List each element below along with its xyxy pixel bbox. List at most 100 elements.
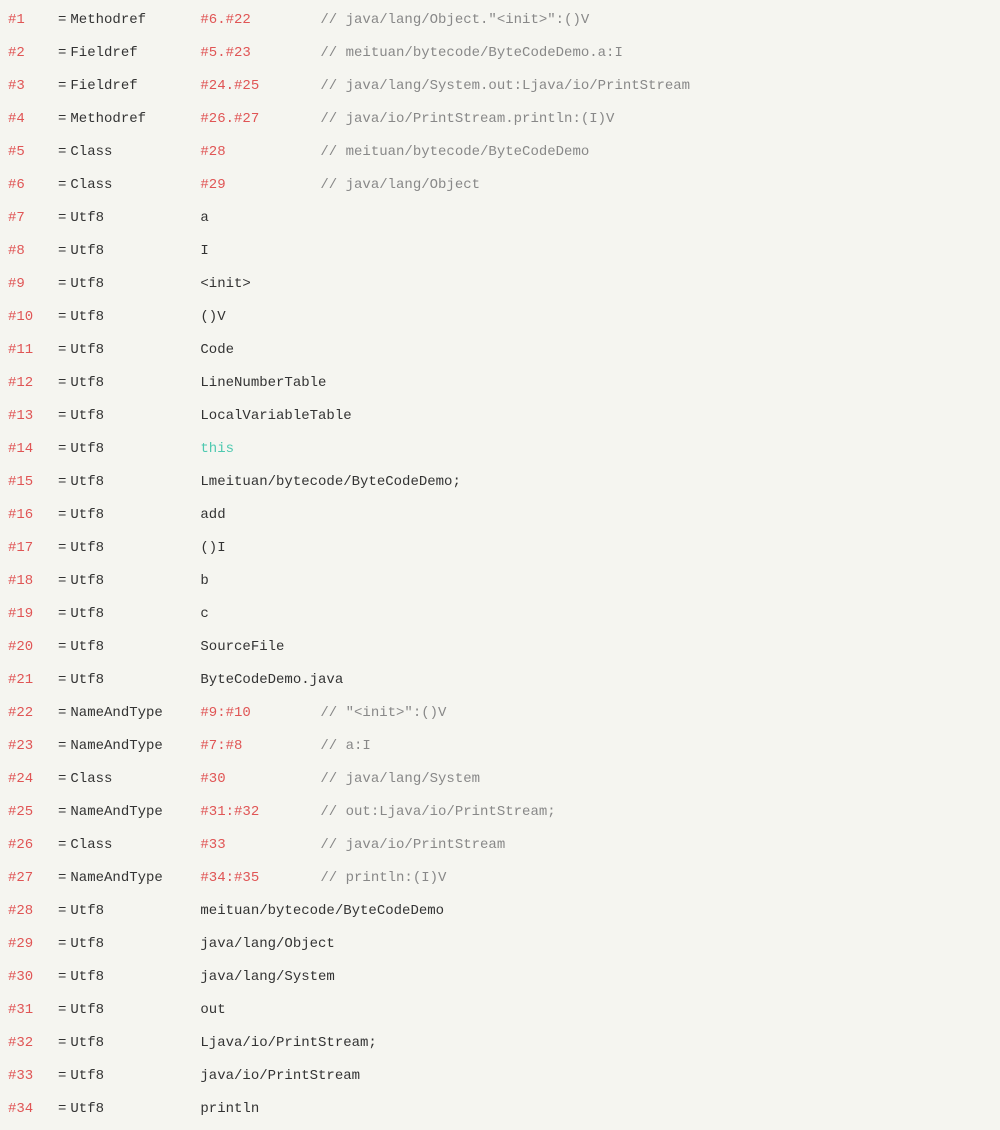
constant-index: #8: [8, 235, 58, 268]
table-row: #6= Class#29 // java/lang/Object: [0, 169, 1000, 202]
equals-sign: =: [58, 268, 66, 301]
table-row: #13= Utf8LocalVariableTable: [0, 400, 1000, 433]
constant-index: #13: [8, 400, 58, 433]
table-row: #30= Utf8java/lang/System: [0, 961, 1000, 994]
constant-index: #31: [8, 994, 58, 1027]
constant-type: Utf8: [70, 466, 200, 499]
constant-index: #5: [8, 136, 58, 169]
constant-ref: #30: [200, 763, 320, 796]
constant-type: Utf8: [70, 1093, 200, 1126]
constant-type: Utf8: [70, 631, 200, 664]
constant-index: #26: [8, 829, 58, 862]
equals-sign: =: [58, 466, 66, 499]
table-row: #31= Utf8out: [0, 994, 1000, 1027]
constant-type: Fieldref: [70, 37, 200, 70]
table-row: #19= Utf8c: [0, 598, 1000, 631]
table-row: #3= Fieldref#24.#25 // java/lang/System.…: [0, 70, 1000, 103]
constant-ref: #26.#27: [200, 103, 320, 136]
equals-sign: =: [58, 1027, 66, 1060]
equals-sign: =: [58, 664, 66, 697]
table-row: #9= Utf8<init>: [0, 268, 1000, 301]
constant-index: #28: [8, 895, 58, 928]
table-row: #33= Utf8java/io/PrintStream: [0, 1060, 1000, 1093]
constant-type: Utf8: [70, 994, 200, 1027]
constant-ref: #5.#23: [200, 37, 320, 70]
constant-type: Fieldref: [70, 70, 200, 103]
constant-index: #1: [8, 4, 58, 37]
constant-comment: // java/io/PrintStream.println:(I)V: [320, 103, 614, 136]
table-row: #7= Utf8a: [0, 202, 1000, 235]
equals-sign: =: [58, 1093, 66, 1126]
table-row: #2= Fieldref#5.#23 // meituan/bytecode/B…: [0, 37, 1000, 70]
constant-index: #12: [8, 367, 58, 400]
constant-ref: <init>: [200, 268, 320, 301]
constant-ref: ByteCodeDemo.java: [200, 664, 343, 697]
constant-ref: out: [200, 994, 320, 1027]
constant-type: Utf8: [70, 499, 200, 532]
table-row: #28= Utf8meituan/bytecode/ByteCodeDemo: [0, 895, 1000, 928]
equals-sign: =: [58, 598, 66, 631]
equals-sign: =: [58, 4, 66, 37]
constant-type: Utf8: [70, 1060, 200, 1093]
constant-ref: LocalVariableTable: [200, 400, 351, 433]
constant-comment: // java/lang/System.out:Ljava/io/PrintSt…: [320, 70, 690, 103]
equals-sign: =: [58, 730, 66, 763]
equals-sign: =: [58, 994, 66, 1027]
constant-index: #6: [8, 169, 58, 202]
constant-ref: LineNumberTable: [200, 367, 326, 400]
constant-index: #2: [8, 37, 58, 70]
table-row: #12= Utf8LineNumberTable: [0, 367, 1000, 400]
constant-index: #10: [8, 301, 58, 334]
equals-sign: =: [58, 565, 66, 598]
constant-index: #25: [8, 796, 58, 829]
table-row: #16= Utf8add: [0, 499, 1000, 532]
constant-type: Utf8: [70, 598, 200, 631]
constant-ref: println: [200, 1093, 320, 1126]
constant-index: #14: [8, 433, 58, 466]
table-row: #29= Utf8java/lang/Object: [0, 928, 1000, 961]
constant-ref: add: [200, 499, 320, 532]
constant-ref: #33: [200, 829, 320, 862]
constant-comment: // java/lang/System: [320, 763, 480, 796]
constant-ref: I: [200, 235, 320, 268]
constant-pool-table: #1= Methodref#6.#22 // java/lang/Object.…: [0, 0, 1000, 1130]
constant-type: Class: [70, 763, 200, 796]
constant-index: #22: [8, 697, 58, 730]
equals-sign: =: [58, 367, 66, 400]
equals-sign: =: [58, 862, 66, 895]
table-row: #10= Utf8()V: [0, 301, 1000, 334]
constant-type: NameAndType: [70, 862, 200, 895]
equals-sign: =: [58, 334, 66, 367]
constant-ref: #31:#32: [200, 796, 320, 829]
constant-type: Utf8: [70, 400, 200, 433]
constant-ref: Ljava/io/PrintStream;: [200, 1027, 376, 1060]
constant-type: Utf8: [70, 532, 200, 565]
table-row: #18= Utf8b: [0, 565, 1000, 598]
table-row: #32= Utf8Ljava/io/PrintStream;: [0, 1027, 1000, 1060]
constant-ref: meituan/bytecode/ByteCodeDemo: [200, 895, 444, 928]
constant-comment: // java/io/PrintStream: [320, 829, 505, 862]
constant-type: Utf8: [70, 202, 200, 235]
table-row: #27= NameAndType#34:#35 // println:(I)V: [0, 862, 1000, 895]
constant-index: #11: [8, 334, 58, 367]
constant-ref: this: [200, 433, 320, 466]
constant-type: Class: [70, 136, 200, 169]
constant-type: Utf8: [70, 334, 200, 367]
equals-sign: =: [58, 895, 66, 928]
constant-comment: // out:Ljava/io/PrintStream;: [320, 796, 555, 829]
constant-ref: java/io/PrintStream: [200, 1060, 360, 1093]
constant-index: #27: [8, 862, 58, 895]
constant-comment: // println:(I)V: [320, 862, 446, 895]
equals-sign: =: [58, 433, 66, 466]
constant-index: #29: [8, 928, 58, 961]
constant-type: Utf8: [70, 928, 200, 961]
equals-sign: =: [58, 400, 66, 433]
constant-ref: Lmeituan/bytecode/ByteCodeDemo;: [200, 466, 460, 499]
constant-ref: #34:#35: [200, 862, 320, 895]
constant-ref: #9:#10: [200, 697, 320, 730]
equals-sign: =: [58, 763, 66, 796]
constant-type: Utf8: [70, 235, 200, 268]
constant-index: #24: [8, 763, 58, 796]
constant-index: #33: [8, 1060, 58, 1093]
constant-index: #16: [8, 499, 58, 532]
